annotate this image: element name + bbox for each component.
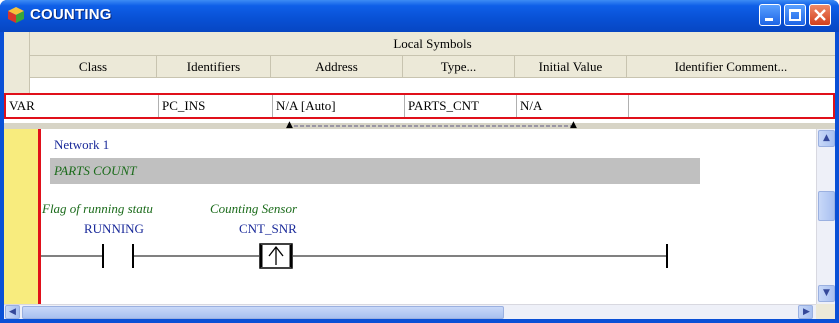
counting-window: COUNTING Local Symbols Class Identifiers… (0, 0, 839, 323)
maximize-button[interactable] (784, 4, 806, 26)
horizontal-scroll-thumb[interactable] (22, 306, 504, 319)
column-header-initial-value[interactable]: Initial Value (515, 56, 627, 78)
cell-type[interactable]: PARTS_CNT (405, 95, 517, 117)
minimize-icon (765, 18, 773, 21)
close-icon (814, 9, 826, 21)
cell-class[interactable]: VAR (6, 95, 159, 117)
table-row[interactable]: VAR PC_INS N/A [Auto] PARTS_CNT N/A (4, 93, 835, 119)
scrollbar-corner (816, 304, 835, 319)
vertical-scroll-thumb[interactable] (818, 191, 835, 221)
ladder-editor[interactable]: Network 1 PARTS COUNT Flag of running st… (4, 129, 816, 304)
window-title: COUNTING (30, 6, 112, 23)
column-header-identifiers[interactable]: Identifiers (157, 56, 271, 78)
ladder-rung (41, 243, 668, 269)
cell-identifier-comment[interactable] (629, 95, 833, 117)
cell-initial-value[interactable]: N/A (517, 95, 629, 117)
maximize-icon (789, 9, 801, 21)
close-button[interactable] (809, 4, 831, 26)
row-header-gutter (4, 32, 30, 98)
app-icon (8, 7, 24, 23)
scroll-down-icon: ▼ (823, 288, 830, 298)
cell-address[interactable]: N/A [Auto] (273, 95, 405, 117)
column-header-row: Class Identifiers Address Type... Initia… (30, 56, 835, 78)
scroll-left-button[interactable]: ◀ (5, 305, 20, 319)
rising-edge-contact-icon[interactable] (259, 243, 293, 269)
scroll-down-button[interactable]: ▼ (818, 285, 835, 302)
minimize-button[interactable] (759, 4, 781, 26)
scroll-up-button[interactable]: ▲ (818, 130, 835, 147)
column-header-address[interactable]: Address (271, 56, 403, 78)
horizontal-scrollbar[interactable]: ◀ ▶ (4, 304, 816, 319)
column-header-type[interactable]: Type... (403, 56, 515, 78)
column-header-identifier-comment[interactable]: Identifier Comment... (627, 56, 835, 78)
vertical-scrollbar[interactable]: ▲ ▼ (816, 129, 835, 304)
local-symbols-table: Local Symbols Class Identifiers Address … (4, 32, 835, 123)
column-header-class[interactable]: Class (30, 56, 157, 78)
splitter-grip (294, 125, 576, 127)
scroll-right-button[interactable]: ▶ (798, 305, 813, 319)
cell-identifier[interactable]: PC_INS (159, 95, 273, 117)
scroll-left-icon: ◀ (9, 307, 16, 317)
scroll-right-icon: ▶ (803, 307, 810, 317)
normally-open-contact-icon[interactable] (102, 244, 134, 268)
local-symbols-title: Local Symbols (30, 32, 835, 56)
scroll-up-icon: ▲ (823, 133, 830, 143)
window-client: Local Symbols Class Identifiers Address … (4, 32, 835, 319)
title-bar[interactable]: COUNTING (0, 0, 839, 32)
